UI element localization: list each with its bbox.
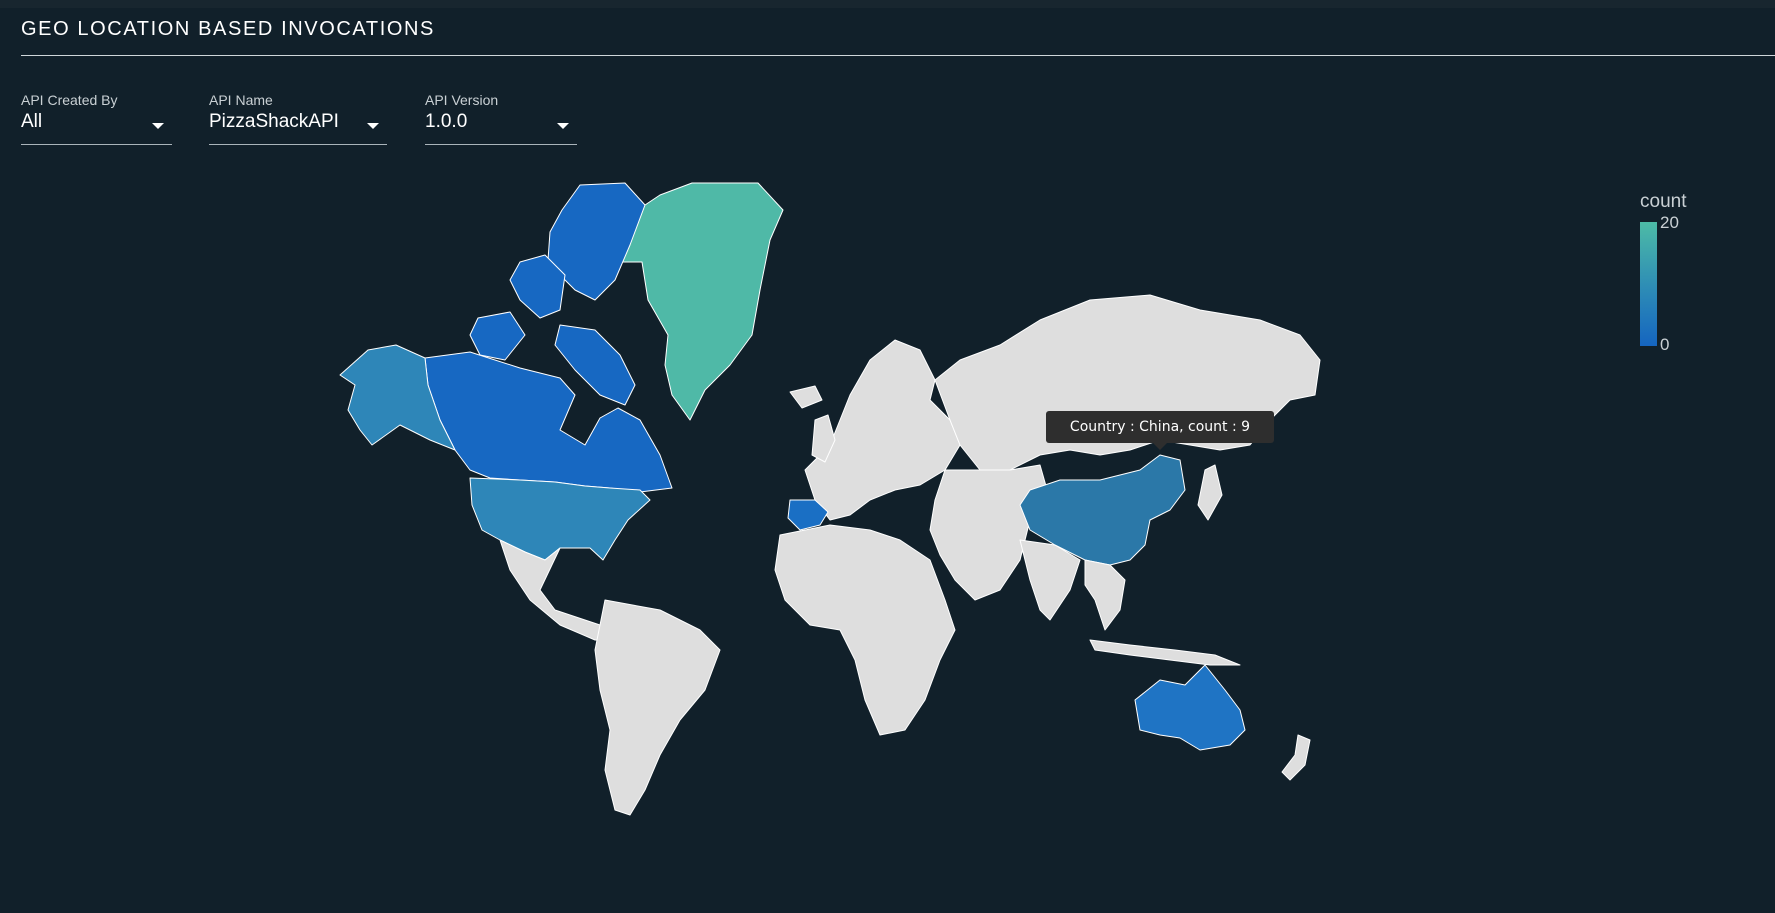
tooltip-arrow bbox=[1153, 443, 1167, 450]
country-new-zealand[interactable] bbox=[1281, 734, 1311, 781]
legend-min-label: 0 bbox=[1660, 335, 1670, 354]
continent-africa[interactable] bbox=[774, 524, 956, 736]
country-indonesia[interactable] bbox=[1089, 639, 1241, 666]
country-canada[interactable] bbox=[424, 351, 673, 493]
country-australia[interactable] bbox=[1134, 664, 1246, 751]
region-southeast-asia[interactable] bbox=[1084, 559, 1126, 631]
legend-max-label: 20 bbox=[1660, 213, 1679, 232]
country-canada-islands[interactable] bbox=[469, 311, 526, 361]
country-iceland[interactable] bbox=[789, 385, 823, 409]
country-greenland[interactable] bbox=[619, 182, 784, 421]
legend-color-bar bbox=[1640, 222, 1657, 346]
continent-south-america[interactable] bbox=[594, 599, 721, 816]
legend-title: count bbox=[1640, 191, 1687, 212]
world-map bbox=[339, 182, 1321, 816]
country-russia[interactable] bbox=[934, 294, 1321, 471]
tooltip-text: Country : China, count : 9 bbox=[1069, 419, 1251, 435]
map-tooltip: Country : China, count : 9 bbox=[1046, 411, 1274, 450]
country-japan[interactable] bbox=[1197, 464, 1223, 521]
